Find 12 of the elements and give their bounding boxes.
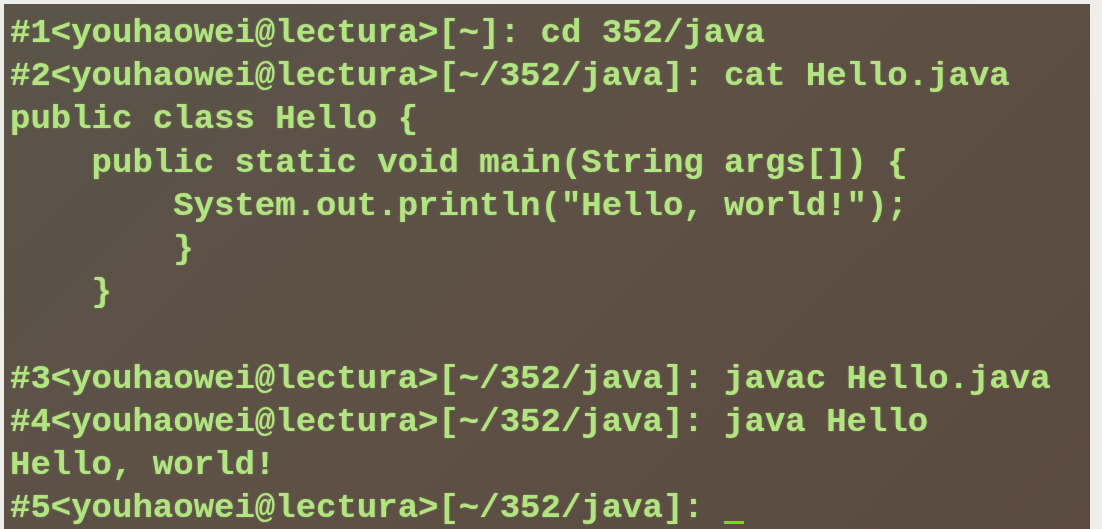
text-cursor: [724, 521, 745, 525]
terminal-prompt: #5<youhaowei@lectura>[~/352/java]:: [10, 488, 705, 529]
terminal-line: public static void main(String args[]) {: [90, 142, 908, 184]
terminal-line: public class Hello {: [10, 99, 419, 141]
terminal-line: #3<youhaowei@lectura>[~/352/java]: javac Hello.java: [10, 358, 1051, 400]
terminal-line: Hello, world!: [10, 444, 276, 486]
terminal-line: System.out.println("Hello, world!");: [172, 185, 908, 227]
terminal-line: }: [172, 228, 194, 270]
terminal-line: }: [90, 272, 113, 314]
terminal-line: #2<youhaowei@lectura>[~/352/java]: cat Hello.java: [10, 56, 1010, 98]
terminal-line: #1<youhaowei@lectura>[~]: cd 352/java: [10, 13, 765, 54]
terminal-line: #4<youhaowei@lectura>[~/352/java]: java Hello: [10, 401, 929, 443]
